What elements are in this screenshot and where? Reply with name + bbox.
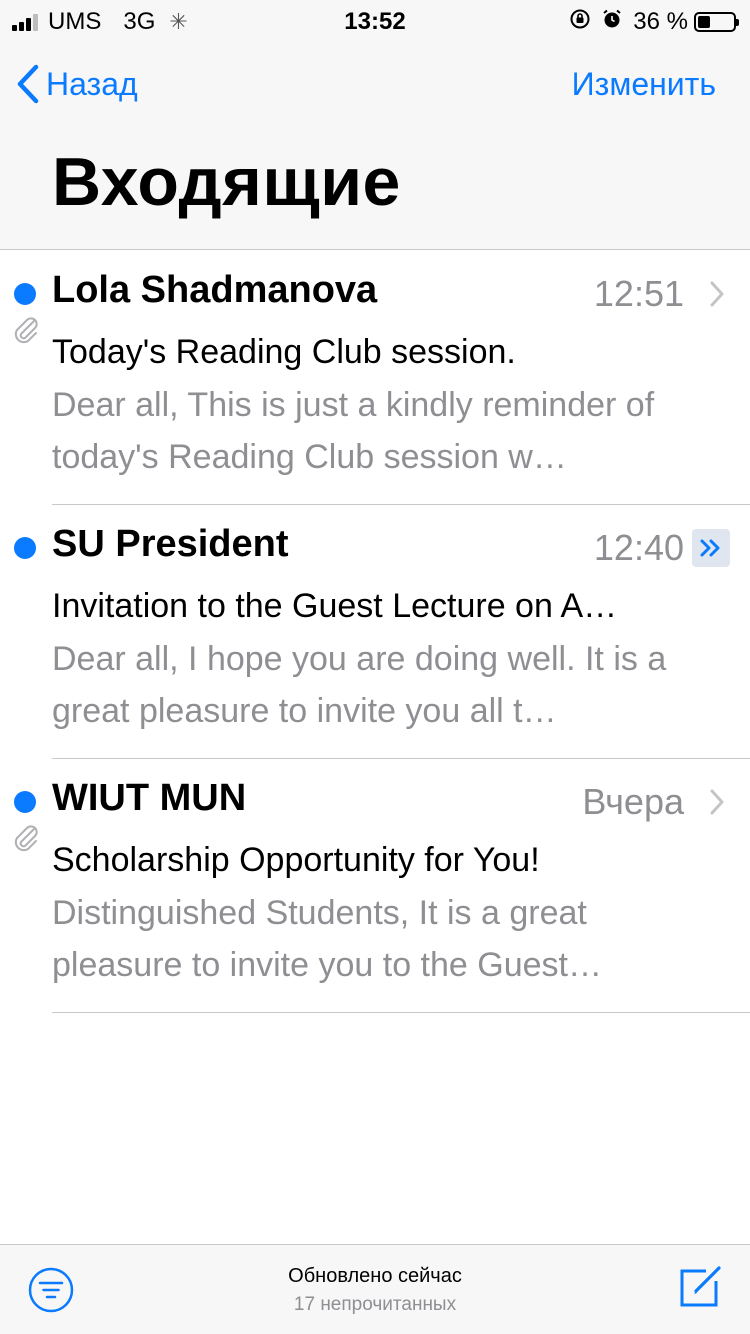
mail-subject: Today's Reading Club session. (52, 333, 516, 371)
attachment-icon (12, 823, 40, 858)
mail-preview: Distinguished Students, It is a great pl… (52, 894, 602, 984)
edit-button[interactable]: Изменить (572, 66, 716, 103)
mail-list: Lola Shadmanova 12:51 Today's Reading Cl… (0, 251, 750, 1013)
row-separator (52, 1012, 750, 1013)
mail-list-item[interactable]: SU President 12:40 Invitation to the Gue… (0, 505, 750, 759)
battery-level-fill (698, 16, 710, 28)
compose-button[interactable] (676, 1263, 724, 1316)
mail-time: 12:51 (593, 273, 684, 314)
navigation-bar: Назад Изменить (0, 50, 750, 120)
alarm-icon (601, 8, 623, 36)
mail-time: Вчера (582, 781, 684, 822)
status-bar: UMS 3G ✳ 13:52 36 % (0, 0, 750, 40)
back-button[interactable]: Назад (16, 64, 138, 104)
chevron-left-icon (17, 64, 39, 104)
unread-dot-icon (14, 537, 36, 559)
updated-status: Обновлено сейчас (288, 1265, 462, 1287)
mailbox-status: Обновлено сейчас 17 непрочитанных (0, 1265, 750, 1316)
thread-expand-icon[interactable] (692, 529, 730, 567)
battery-percent: 36 % (633, 8, 688, 35)
attachment-icon (12, 315, 40, 350)
unread-dot-icon (14, 283, 36, 305)
back-button-label: Назад (46, 65, 138, 102)
mail-list-item[interactable]: Lola Shadmanova 12:51 Today's Reading Cl… (0, 251, 750, 505)
page-title: Входящие (52, 144, 401, 220)
header-area: UMS 3G ✳ 13:52 36 % Назад Изменить Входя… (0, 0, 750, 250)
mail-sender: Lola Shadmanova (52, 269, 378, 311)
mail-subject: Invitation to the Guest Lecture on A… (52, 587, 618, 625)
unread-count: 17 непрочитанных (293, 1294, 457, 1315)
unread-dot-icon (14, 791, 36, 813)
battery-icon (694, 12, 739, 32)
status-right: 36 % (569, 8, 739, 36)
orientation-lock-icon (569, 8, 591, 36)
chevron-right-icon (710, 789, 724, 820)
compose-icon (680, 1266, 721, 1307)
mail-list-item[interactable]: WIUT MUN Вчера Scholarship Opportunity f… (0, 759, 750, 1013)
mail-time: 12:40 (593, 527, 684, 568)
mail-subject: Scholarship Opportunity for You! (52, 841, 540, 879)
mail-preview: Dear all, This is just a kindly reminder… (52, 386, 655, 476)
chevron-right-icon (710, 281, 724, 312)
mail-sender: WIUT MUN (52, 777, 247, 819)
mail-preview: Dear all, I hope you are doing well. It … (52, 640, 667, 730)
mail-sender: SU President (52, 523, 289, 565)
bottom-toolbar: Обновлено сейчас 17 непрочитанных (0, 1244, 750, 1334)
